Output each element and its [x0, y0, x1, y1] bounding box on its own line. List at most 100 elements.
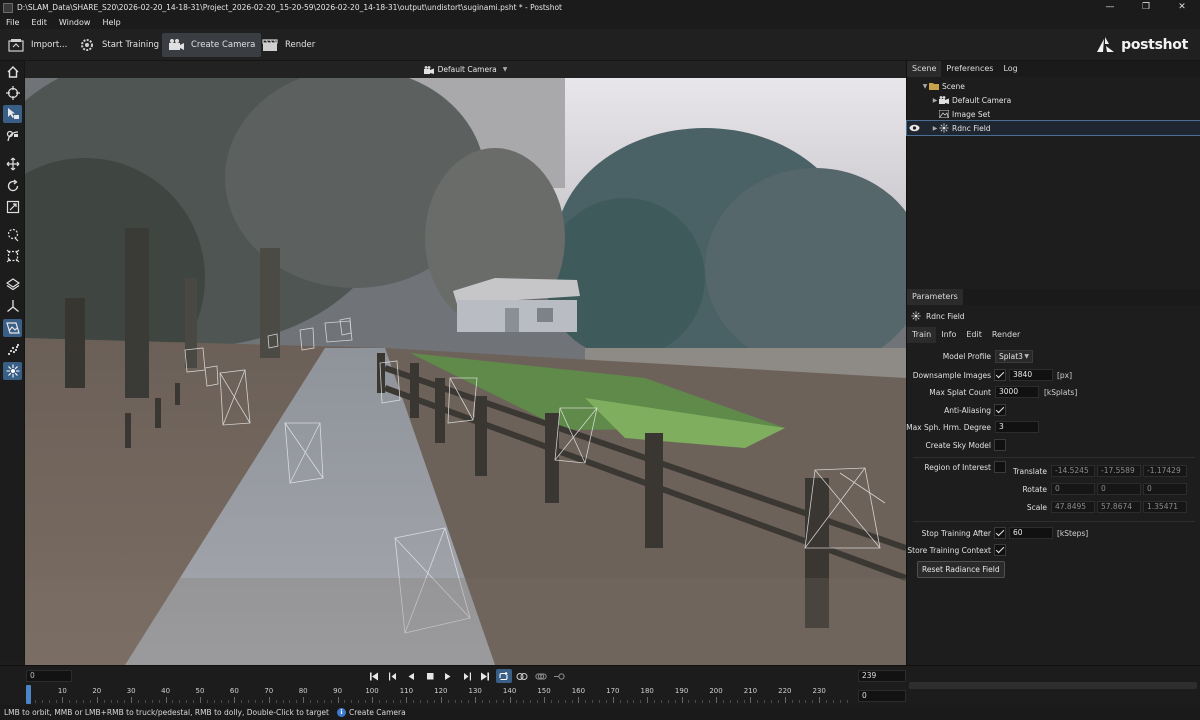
- tab-train[interactable]: Train: [907, 327, 937, 343]
- create-sky-model-checkbox[interactable]: [994, 439, 1006, 451]
- stop-button[interactable]: [422, 669, 438, 683]
- scale-tool[interactable]: [3, 198, 22, 216]
- 3d-viewport[interactable]: [25, 78, 906, 665]
- ruler-tick: [509, 697, 511, 703]
- ruler-tick: [227, 700, 229, 703]
- maximize-button[interactable]: ❐: [1128, 0, 1164, 15]
- orbit-camera-tool[interactable]: [3, 105, 22, 123]
- anti-aliasing-checkbox[interactable]: [994, 404, 1006, 416]
- ruler-tick: [832, 700, 834, 703]
- start-training-button[interactable]: Start Training: [73, 33, 165, 57]
- first-frame-button[interactable]: [366, 669, 382, 683]
- ruler-tick: [385, 700, 387, 703]
- ruler-tick: [750, 697, 752, 703]
- rotate-y-input[interactable]: 0: [1097, 483, 1141, 495]
- menu-file[interactable]: File: [6, 18, 19, 27]
- rotate-z-input[interactable]: 0: [1143, 483, 1187, 495]
- rotate-tool[interactable]: [3, 177, 22, 195]
- rotate-x-input[interactable]: 0: [1051, 483, 1095, 495]
- previous-key-button[interactable]: [385, 669, 401, 683]
- max-splat-count-input[interactable]: 3000: [995, 386, 1039, 398]
- minimize-button[interactable]: —: [1092, 0, 1128, 15]
- scale-z-input[interactable]: 1.35471: [1143, 501, 1187, 513]
- timeline-ruler[interactable]: 0102030405060708090100110120130140150160…: [26, 684, 856, 704]
- tab-log[interactable]: Log: [998, 61, 1022, 77]
- ruler-tick: [399, 700, 401, 703]
- stop-training-input[interactable]: 60: [1009, 527, 1053, 539]
- store-context-checkbox[interactable]: [994, 544, 1006, 556]
- tab-edit[interactable]: Edit: [961, 327, 987, 343]
- home-tool[interactable]: [3, 63, 22, 81]
- tab-scene[interactable]: Scene: [907, 61, 942, 77]
- downsample-images-input[interactable]: 3840: [1009, 369, 1053, 381]
- menu-edit[interactable]: Edit: [31, 18, 47, 27]
- tree-item-image-set[interactable]: Image Set: [907, 107, 1200, 121]
- ruler-tick: [206, 700, 208, 703]
- expanded-arrow-icon[interactable]: ▼: [921, 83, 929, 90]
- box-select-tool[interactable]: [3, 247, 22, 265]
- play-reverse-button[interactable]: [403, 669, 419, 683]
- tab-render[interactable]: Render: [987, 327, 1025, 343]
- eye-icon[interactable]: [909, 124, 920, 132]
- ruler-tick: [585, 700, 587, 703]
- timeline-scrollbar[interactable]: [909, 682, 1197, 689]
- menu-help[interactable]: Help: [102, 18, 120, 27]
- splat-view-tool[interactable]: [3, 362, 22, 380]
- tab-preferences[interactable]: Preferences: [941, 61, 998, 77]
- onion-skin-button[interactable]: [514, 669, 530, 683]
- region-of-interest-checkbox[interactable]: [994, 461, 1006, 473]
- tab-info[interactable]: Info: [936, 327, 961, 343]
- anti-aliasing-label: Anti-Aliasing: [944, 406, 991, 415]
- next-key-button[interactable]: [459, 669, 475, 683]
- close-button[interactable]: ✕: [1164, 0, 1200, 15]
- translate-y-input[interactable]: -17.5589: [1097, 465, 1141, 477]
- start-frame-input[interactable]: 0: [26, 670, 72, 682]
- scale-y-input[interactable]: 57.8674: [1097, 501, 1141, 513]
- tree-item-radiance-field[interactable]: ▶ Rdnc Field: [906, 120, 1200, 136]
- viewport-camera-selector[interactable]: Default Camera ▼: [25, 61, 906, 78]
- ruler-tick: [544, 697, 545, 703]
- model-profile-select[interactable]: Splat3 ▼: [995, 350, 1033, 363]
- target-tool[interactable]: [3, 84, 22, 102]
- last-frame-button[interactable]: [477, 669, 493, 683]
- play-button[interactable]: [440, 669, 456, 683]
- move-tool[interactable]: [3, 155, 22, 173]
- trail-button[interactable]: [551, 669, 567, 683]
- translate-z-input[interactable]: -1.17429: [1143, 465, 1187, 477]
- tab-parameters[interactable]: Parameters: [907, 289, 963, 305]
- menu-window[interactable]: Window: [59, 18, 91, 27]
- stop-training-checkbox[interactable]: [994, 527, 1006, 539]
- end-frame-input[interactable]: 239: [858, 670, 906, 682]
- splat-icon: [939, 123, 949, 133]
- translate-x-input[interactable]: -14.5245: [1051, 465, 1095, 477]
- ruler-label: 160: [571, 687, 586, 695]
- downsample-images-checkbox[interactable]: [994, 369, 1006, 381]
- ghost-frames-button[interactable]: [533, 669, 549, 683]
- ruler-label: 40: [161, 687, 171, 695]
- collapsed-arrow-icon[interactable]: ▶: [931, 125, 939, 132]
- layers-tool[interactable]: [3, 275, 22, 293]
- chevron-down-icon[interactable]: ▼: [503, 66, 508, 73]
- import-button[interactable]: Import...: [2, 33, 73, 57]
- reset-radiance-field-button[interactable]: Reset Radiance Field: [917, 561, 1005, 578]
- collapsed-arrow-icon[interactable]: ▶: [931, 97, 939, 104]
- points-tool[interactable]: [3, 341, 22, 359]
- axis-tool[interactable]: [3, 297, 22, 315]
- scene-tabs: Scene Preferences Log: [907, 61, 1200, 77]
- max-sh-degree-input[interactable]: 3: [995, 421, 1039, 433]
- loop-button[interactable]: [495, 669, 512, 683]
- scale-x-input[interactable]: 47.8495: [1051, 501, 1095, 513]
- stop-icon: [426, 672, 433, 679]
- current-frame-input[interactable]: 0: [858, 690, 906, 702]
- lasso-select-tool[interactable]: [3, 226, 22, 244]
- ruler-tick: [220, 700, 222, 703]
- ruler-label: 90: [333, 687, 343, 695]
- tree-item-scene[interactable]: ▼ Scene: [907, 79, 1200, 93]
- create-camera-button[interactable]: Create Camera: [162, 33, 262, 57]
- timeline-playhead[interactable]: [26, 685, 31, 704]
- image-plane-tool[interactable]: [3, 319, 22, 337]
- render-button[interactable]: Render: [256, 33, 321, 57]
- ruler-tick: [612, 697, 614, 703]
- tree-item-default-camera[interactable]: ▶ Default Camera: [907, 93, 1200, 107]
- fly-tool[interactable]: [3, 127, 22, 145]
